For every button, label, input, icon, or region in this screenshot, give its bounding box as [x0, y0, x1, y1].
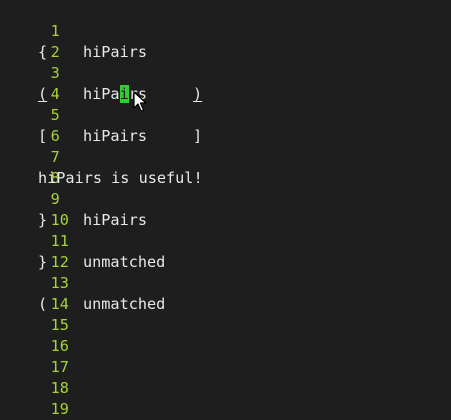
line-8[interactable]: 8: [0, 147, 73, 187]
matched-open-paren: (: [38, 85, 48, 103]
line-10[interactable]: 10: [0, 189, 73, 229]
code-word: hiPairs: [83, 43, 148, 61]
close-brace: }: [38, 211, 48, 229]
line-13[interactable]: 13 } unmatched: [0, 252, 165, 292]
code-word: unmatched: [83, 295, 166, 313]
line-17[interactable]: 17: [0, 336, 73, 376]
open-bracket: [: [38, 127, 48, 145]
line-14[interactable]: 14: [0, 273, 73, 313]
open-paren: (: [38, 295, 48, 313]
code-word: hiPairs: [83, 127, 148, 145]
line-20[interactable]: 20: [0, 399, 73, 420]
code-word: unmatched: [83, 253, 166, 271]
line-16[interactable]: 16: [0, 315, 73, 355]
code-editor[interactable]: 1 2 3 { hiPairs 4 5 ( hiPairs ) 6 7 [ hi…: [0, 0, 451, 420]
close-bracket: ]: [193, 127, 203, 145]
line-12[interactable]: 12: [0, 231, 73, 271]
text-cursor: i: [119, 85, 129, 103]
line-7[interactable]: 7 [ hiPairs ]: [0, 126, 202, 166]
line-6[interactable]: 6: [0, 105, 73, 145]
matched-close-paren: ): [193, 85, 203, 103]
line-2[interactable]: 2: [0, 21, 73, 61]
word-part-before: hiPa: [83, 85, 120, 103]
line-1[interactable]: 1: [0, 0, 73, 40]
code-text: hiPairs is useful!: [38, 169, 203, 187]
line-15[interactable]: 15 ( unmatched: [0, 294, 165, 334]
line-11[interactable]: 11 } hiPairs: [0, 210, 147, 250]
close-brace: }: [38, 253, 48, 271]
line-18[interactable]: 18: [0, 357, 73, 397]
line-3[interactable]: 3 { hiPairs: [0, 42, 147, 82]
line-4[interactable]: 4: [0, 63, 73, 103]
open-brace: {: [38, 43, 48, 61]
mouse-pointer-icon: [133, 91, 147, 112]
line-19[interactable]: 19: [0, 378, 73, 418]
line-9[interactable]: 9 hiPairs is useful!: [0, 168, 203, 208]
code-word: hiPairs: [83, 211, 148, 229]
line-5[interactable]: 5 ( hiPairs ): [0, 84, 202, 124]
